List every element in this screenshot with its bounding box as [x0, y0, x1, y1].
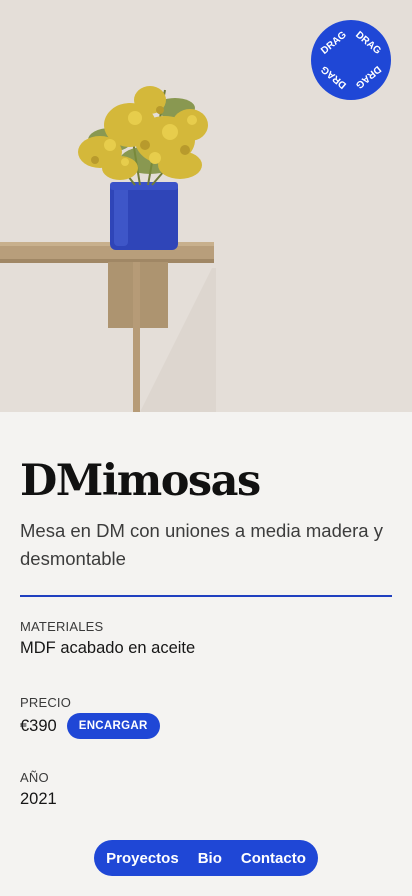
anio-value: 2021	[20, 790, 57, 808]
nav-item-contacto[interactable]: Contacto	[241, 850, 306, 867]
divider	[20, 595, 392, 597]
nav-item-bio[interactable]: Bio	[198, 850, 222, 867]
field-materiales: MATERIALES MDF acabado en aceite	[20, 619, 195, 658]
materiales-label: MATERIALES	[20, 619, 104, 634]
precio-label: PRECIO	[20, 695, 72, 710]
materiales-value: MDF acabado en aceite	[20, 639, 196, 657]
precio-value: €390	[20, 716, 57, 735]
product-title: DMimosas	[20, 456, 261, 506]
order-button[interactable]: ENCARGAR	[66, 713, 160, 739]
field-precio: PRECIO €390 ENCARGAR	[20, 695, 160, 739]
product-details: DMimosas Mesa en DM con uniones a media …	[20, 412, 392, 808]
drag-badge-circle	[311, 20, 391, 100]
bottom-nav: Proyectos Bio Contacto	[94, 840, 318, 876]
field-anio: AÑO 2021	[20, 770, 57, 809]
nav-item-proyectos[interactable]: Proyectos	[106, 850, 179, 867]
drag-badge[interactable]: DRAG DRAG DRAG DRAG	[311, 20, 391, 100]
product-image[interactable]: DRAG DRAG DRAG DRAG	[0, 0, 412, 412]
anio-label: AÑO	[20, 770, 49, 785]
price-row: €390 ENCARGAR	[20, 713, 160, 739]
product-description: Mesa en DM con uniones a media madera y …	[20, 520, 383, 569]
